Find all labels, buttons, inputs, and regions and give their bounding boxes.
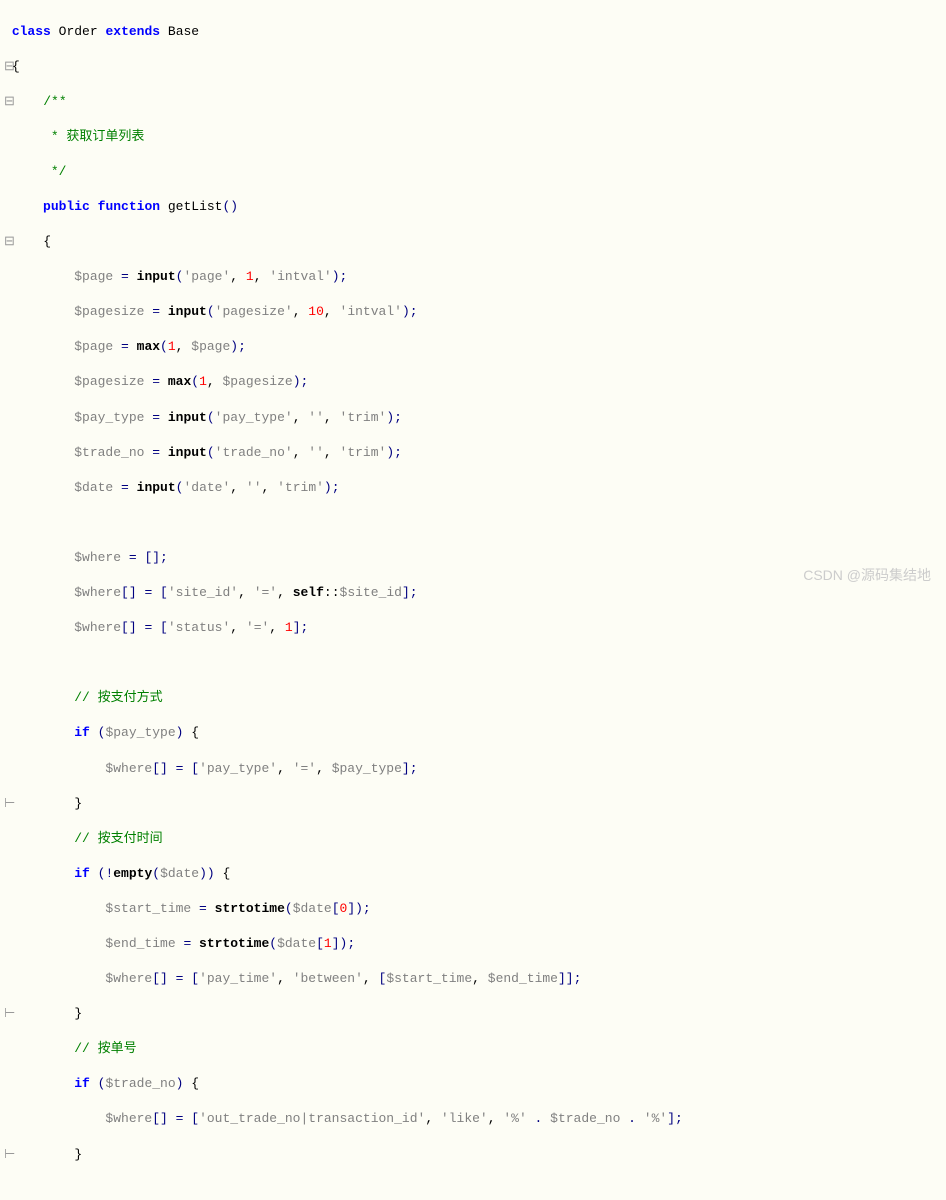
keyword-extends: extends <box>105 24 160 39</box>
code-line: ⊟{ <box>4 58 946 76</box>
code-line: $where[] = ['pay_time', 'between', [$sta… <box>4 970 946 988</box>
code-line: // 按单号 <box>4 1040 946 1058</box>
code-line <box>4 514 946 532</box>
code-line: ⊢ } <box>4 1005 946 1023</box>
code-line: $where = []; <box>4 549 946 567</box>
watermark: CSDN @源码集结地 <box>803 566 931 585</box>
keyword-class: class <box>12 24 51 39</box>
class-name: Order <box>59 24 98 39</box>
code-block: class Order extends Base ⊟{ ⊟ /** * 获取订单… <box>0 5 946 1200</box>
code-line: $end_time = strtotime($date[1]); <box>4 935 946 953</box>
code-line: // 按支付方式 <box>4 689 946 707</box>
code-line: $trade_no = input('trade_no', '', 'trim'… <box>4 444 946 462</box>
code-line: $where[] = ['site_id', '=', self::$site_… <box>4 584 946 602</box>
comment: // 按单号 <box>74 1041 136 1056</box>
comment: // 按支付方式 <box>74 690 162 705</box>
code-line: $pagesize = max(1, $pagesize); <box>4 373 946 391</box>
code-line: ⊟ { <box>4 233 946 251</box>
base-class: Base <box>168 24 199 39</box>
code-line: * 获取订单列表 <box>4 128 946 146</box>
code-line: ⊢ } <box>4 1146 946 1164</box>
code-line: $page = input('page', 1, 'intval'); <box>4 268 946 286</box>
code-line: $page = max(1, $page); <box>4 338 946 356</box>
code-line <box>4 654 946 672</box>
code-line: if (!empty($date)) { <box>4 865 946 883</box>
comment: /** <box>43 94 66 109</box>
variable: $page <box>74 269 113 284</box>
code-line: ⊢ } <box>4 795 946 813</box>
fold-marker: ⊟ <box>4 233 12 251</box>
comment: // 按支付时间 <box>74 831 162 846</box>
code-line: $where[] = ['pay_type', '=', $pay_type]; <box>4 760 946 778</box>
code-line: $pagesize = input('pagesize', 10, 'intva… <box>4 303 946 321</box>
code-line: $where[] = ['out_trade_no|transaction_id… <box>4 1110 946 1128</box>
comment: */ <box>43 164 66 179</box>
fold-marker: ⊟ <box>4 58 12 76</box>
code-line: $start_time = strtotime($date[0]); <box>4 900 946 918</box>
code-line: ⊟ /** <box>4 93 946 111</box>
code-line: if ($trade_no) { <box>4 1075 946 1093</box>
fold-end: ⊢ <box>4 795 12 813</box>
keyword-public: public <box>43 199 90 214</box>
code-line: // 按支付时间 <box>4 830 946 848</box>
code-line <box>4 1181 946 1199</box>
code-line: $pay_type = input('pay_type', '', 'trim'… <box>4 409 946 427</box>
fold-marker: ⊟ <box>4 93 12 111</box>
code-line: if ($pay_type) { <box>4 724 946 742</box>
fold-end: ⊢ <box>4 1146 12 1164</box>
keyword-function: function <box>98 199 160 214</box>
fold-end: ⊢ <box>4 1005 12 1023</box>
function-name: getList <box>168 199 223 214</box>
comment: * 获取订单列表 <box>43 129 144 144</box>
code-line: public function getList() <box>4 198 946 216</box>
code-line: class Order extends Base <box>4 23 946 41</box>
code-line: */ <box>4 163 946 181</box>
code-line: $date = input('date', '', 'trim'); <box>4 479 946 497</box>
code-line: $where[] = ['status', '=', 1]; <box>4 619 946 637</box>
